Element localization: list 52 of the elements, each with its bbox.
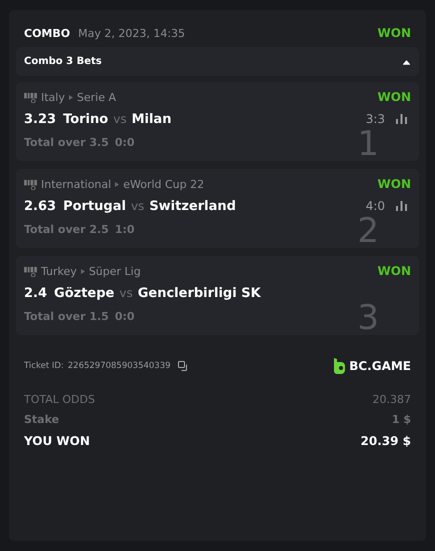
summary-label: Stake bbox=[24, 412, 60, 426]
team-name: Göztepe bbox=[54, 286, 114, 300]
brand-name: BC.GAME bbox=[349, 359, 411, 373]
league-label: Italy bbox=[41, 90, 65, 104]
summary-value: 1 $ bbox=[392, 412, 411, 426]
market-score: 0:0 bbox=[114, 310, 135, 322]
fifa-icon bbox=[24, 266, 37, 276]
logo-icon bbox=[333, 358, 346, 374]
ticket-id-label: Ticket ID: bbox=[24, 361, 64, 371]
bet-status: WON bbox=[378, 177, 411, 191]
league-label: International bbox=[41, 178, 112, 190]
bet-date: May 2, 2023, 14:35 bbox=[78, 26, 186, 40]
bet-status: WON bbox=[378, 90, 411, 104]
summary-label: TOTAL ODDS bbox=[24, 392, 95, 406]
copy-icon[interactable] bbox=[178, 361, 188, 371]
ticket-id: 2265297085903540339 bbox=[68, 361, 171, 371]
odds-value: 2.4 bbox=[24, 286, 48, 300]
bet-type: COMBO bbox=[24, 26, 70, 40]
team-name: Genclerbirligi SK bbox=[138, 286, 261, 300]
vs-label: vs bbox=[130, 199, 144, 213]
stats-icon[interactable] bbox=[396, 201, 407, 211]
market-label: Total over 2.5 bbox=[24, 222, 109, 236]
market-score: 0:0 bbox=[114, 136, 135, 148]
team-name: Milan bbox=[132, 112, 172, 126]
fifa-icon bbox=[24, 178, 37, 190]
vs-label: vs bbox=[119, 286, 133, 300]
combo-toggle[interactable]: Combo 3 Bets bbox=[16, 47, 419, 76]
league-label: Süper Lig bbox=[88, 264, 141, 278]
separator-icon bbox=[68, 94, 73, 100]
team-name: Switzerland bbox=[149, 198, 236, 214]
league-label: Serie A bbox=[76, 90, 116, 104]
team-name: Portugal bbox=[63, 198, 126, 214]
odds-value: 3.23 bbox=[24, 112, 56, 126]
fifa-icon bbox=[24, 92, 37, 102]
separator-icon bbox=[80, 268, 85, 274]
league-label: eWorld Cup 22 bbox=[123, 178, 204, 190]
market-label: Total over 3.5 bbox=[24, 136, 109, 148]
summary-value: 20.39 $ bbox=[360, 434, 411, 448]
summary-label: YOU WON bbox=[24, 434, 90, 448]
league-label: Turkey bbox=[41, 264, 77, 278]
score-value: 3:3 bbox=[366, 112, 385, 126]
vs-label: vs bbox=[113, 112, 127, 126]
team-name: Torino bbox=[63, 112, 108, 126]
market-label: Total over 1.5 bbox=[24, 310, 109, 322]
score-value: 4:0 bbox=[366, 199, 385, 213]
separator-icon bbox=[115, 182, 120, 186]
bet-status: WON bbox=[378, 26, 411, 40]
summary-value: 20.387 bbox=[372, 392, 411, 406]
stats-icon[interactable] bbox=[396, 114, 407, 124]
bet-status: WON bbox=[378, 264, 411, 278]
market-score: 1:0 bbox=[114, 222, 135, 236]
odds-value: 2.63 bbox=[24, 198, 56, 214]
